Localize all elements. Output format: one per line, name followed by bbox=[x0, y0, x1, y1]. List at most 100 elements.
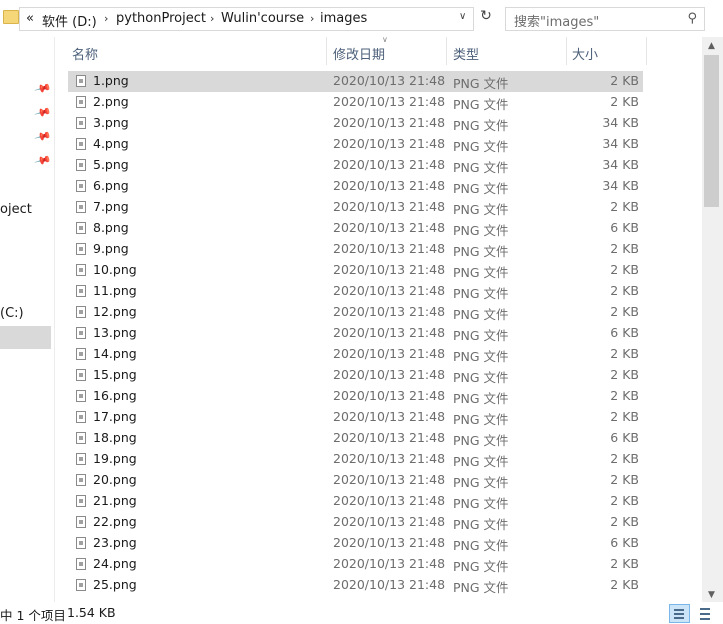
vertical-scrollbar[interactable]: ▲ ▼ bbox=[702, 37, 723, 602]
search-input[interactable]: 搜索"images" ⚲ bbox=[505, 7, 705, 31]
file-name: 3.png bbox=[93, 115, 129, 130]
file-type: PNG 文件 bbox=[453, 286, 509, 301]
search-icon[interactable]: ⚲ bbox=[687, 11, 697, 26]
file-row[interactable]: 5.png 2020/10/13 21:48 PNG 文件 34 KB bbox=[68, 155, 643, 176]
breadcrumb-pythonproject[interactable]: pythonProject bbox=[116, 11, 206, 26]
file-modified-date: 2020/10/13 21:48 bbox=[333, 220, 446, 235]
chevron-right-icon[interactable]: › bbox=[310, 12, 314, 25]
file-name: 12.png bbox=[93, 304, 137, 319]
file-row[interactable]: 10.png 2020/10/13 21:48 PNG 文件 2 KB bbox=[68, 260, 643, 281]
file-row[interactable]: 19.png 2020/10/13 21:48 PNG 文件 2 KB bbox=[68, 449, 643, 470]
file-name: 5.png bbox=[93, 157, 129, 172]
pin-icon[interactable]: 📌 bbox=[34, 103, 52, 121]
column-divider[interactable] bbox=[326, 37, 327, 65]
png-file-icon bbox=[76, 579, 86, 591]
file-row[interactable]: 4.png 2020/10/13 21:48 PNG 文件 34 KB bbox=[68, 134, 643, 155]
column-divider[interactable] bbox=[446, 37, 447, 65]
file-row[interactable]: 20.png 2020/10/13 21:48 PNG 文件 2 KB bbox=[68, 470, 643, 491]
navigation-pane: 📌 📌 📌 📌 oject (C:) bbox=[0, 37, 55, 602]
scroll-down-icon[interactable]: ▼ bbox=[708, 590, 715, 600]
file-row[interactable]: 2.png 2020/10/13 21:48 PNG 文件 2 KB bbox=[68, 92, 643, 113]
address-box[interactable]: « 软件 (D:) › pythonProject › Wulin'course… bbox=[19, 7, 474, 31]
refresh-icon[interactable]: ↻ bbox=[476, 8, 496, 30]
file-row[interactable]: 17.png 2020/10/13 21:48 PNG 文件 2 KB bbox=[68, 407, 643, 428]
folder-icon bbox=[3, 10, 19, 24]
file-type: PNG 文件 bbox=[453, 328, 509, 343]
large-icons-view-icon[interactable] bbox=[696, 605, 714, 622]
file-type: PNG 文件 bbox=[453, 160, 509, 175]
file-row[interactable]: 1.png 2020/10/13 21:48 PNG 文件 2 KB bbox=[68, 71, 643, 92]
file-size: 2 KB bbox=[610, 304, 639, 319]
sort-indicator-icon: ∨ bbox=[382, 35, 388, 44]
nav-item-project[interactable]: oject bbox=[0, 202, 32, 217]
file-modified-date: 2020/10/13 21:48 bbox=[333, 136, 446, 151]
nav-item-drive-c[interactable]: (C:) bbox=[0, 306, 24, 321]
file-name: 18.png bbox=[93, 430, 137, 445]
pin-icon[interactable]: 📌 bbox=[34, 79, 52, 97]
png-file-icon bbox=[76, 327, 86, 339]
png-file-icon bbox=[76, 96, 86, 108]
scrollbar-thumb[interactable] bbox=[704, 55, 719, 207]
file-type: PNG 文件 bbox=[453, 265, 509, 280]
file-modified-date: 2020/10/13 21:48 bbox=[333, 409, 446, 424]
file-row[interactable]: 21.png 2020/10/13 21:48 PNG 文件 2 KB bbox=[68, 491, 643, 512]
file-row[interactable]: 3.png 2020/10/13 21:48 PNG 文件 34 KB bbox=[68, 113, 643, 134]
file-size: 2 KB bbox=[610, 556, 639, 571]
file-row[interactable]: 11.png 2020/10/13 21:48 PNG 文件 2 KB bbox=[68, 281, 643, 302]
png-file-icon bbox=[76, 117, 86, 129]
file-modified-date: 2020/10/13 21:48 bbox=[333, 556, 446, 571]
png-file-icon bbox=[76, 474, 86, 486]
file-type: PNG 文件 bbox=[453, 370, 509, 385]
file-modified-date: 2020/10/13 21:48 bbox=[333, 283, 446, 298]
chevron-down-icon[interactable]: ∨ bbox=[459, 11, 471, 23]
column-header-name[interactable]: 名称 bbox=[72, 44, 98, 63]
file-type: PNG 文件 bbox=[453, 391, 509, 406]
breadcrumb-images[interactable]: images bbox=[320, 11, 367, 26]
file-type: PNG 文件 bbox=[453, 559, 509, 574]
file-name: 14.png bbox=[93, 346, 137, 361]
pin-icon[interactable]: 📌 bbox=[34, 127, 52, 145]
file-row[interactable]: 22.png 2020/10/13 21:48 PNG 文件 2 KB bbox=[68, 512, 643, 533]
file-row[interactable]: 6.png 2020/10/13 21:48 PNG 文件 34 KB bbox=[68, 176, 643, 197]
file-row[interactable]: 7.png 2020/10/13 21:48 PNG 文件 2 KB bbox=[68, 197, 643, 218]
file-modified-date: 2020/10/13 21:48 bbox=[333, 157, 446, 172]
file-row[interactable]: 25.png 2020/10/13 21:48 PNG 文件 2 KB bbox=[68, 575, 643, 596]
file-modified-date: 2020/10/13 21:48 bbox=[333, 262, 446, 277]
file-row[interactable]: 16.png 2020/10/13 21:48 PNG 文件 2 KB bbox=[68, 386, 643, 407]
column-divider[interactable] bbox=[566, 37, 567, 65]
scroll-up-icon[interactable]: ▲ bbox=[708, 41, 715, 51]
file-name: 25.png bbox=[93, 577, 137, 592]
file-row[interactable]: 9.png 2020/10/13 21:48 PNG 文件 2 KB bbox=[68, 239, 643, 260]
png-file-icon bbox=[76, 348, 86, 360]
column-divider[interactable] bbox=[646, 37, 647, 65]
png-file-icon bbox=[76, 495, 86, 507]
column-header-type[interactable]: 类型 bbox=[453, 44, 479, 63]
file-modified-date: 2020/10/13 21:48 bbox=[333, 577, 446, 592]
file-row[interactable]: 8.png 2020/10/13 21:48 PNG 文件 6 KB bbox=[68, 218, 643, 239]
nav-item-selected[interactable] bbox=[0, 326, 51, 349]
file-row[interactable]: 15.png 2020/10/13 21:48 PNG 文件 2 KB bbox=[68, 365, 643, 386]
file-size: 34 KB bbox=[602, 136, 639, 151]
file-row[interactable]: 12.png 2020/10/13 21:48 PNG 文件 2 KB bbox=[68, 302, 643, 323]
file-list: 1.png 2020/10/13 21:48 PNG 文件 2 KB 2.png 2020… bbox=[68, 71, 643, 596]
file-modified-date: 2020/10/13 21:48 bbox=[333, 304, 446, 319]
column-header-size[interactable]: 大小 bbox=[572, 44, 598, 63]
file-row[interactable]: 24.png 2020/10/13 21:48 PNG 文件 2 KB bbox=[68, 554, 643, 575]
file-row[interactable]: 18.png 2020/10/13 21:48 PNG 文件 6 KB bbox=[68, 428, 643, 449]
file-row[interactable]: 13.png 2020/10/13 21:48 PNG 文件 6 KB bbox=[68, 323, 643, 344]
chevron-right-icon[interactable]: › bbox=[210, 12, 214, 25]
file-type: PNG 文件 bbox=[453, 517, 509, 532]
file-size: 2 KB bbox=[610, 367, 639, 382]
png-file-icon bbox=[76, 537, 86, 549]
details-view-icon[interactable] bbox=[669, 604, 690, 623]
file-row[interactable]: 14.png 2020/10/13 21:48 PNG 文件 2 KB bbox=[68, 344, 643, 365]
file-modified-date: 2020/10/13 21:48 bbox=[333, 451, 446, 466]
pin-icon[interactable]: 📌 bbox=[34, 151, 52, 169]
file-type: PNG 文件 bbox=[453, 349, 509, 364]
breadcrumb-overflow[interactable]: « bbox=[26, 11, 34, 26]
breadcrumb-drive-d[interactable]: 软件 (D:) bbox=[42, 11, 97, 30]
breadcrumb-wulincourse[interactable]: Wulin'course bbox=[221, 11, 304, 26]
file-row[interactable]: 23.png 2020/10/13 21:48 PNG 文件 6 KB bbox=[68, 533, 643, 554]
column-header-date[interactable]: 修改日期 bbox=[333, 44, 385, 63]
chevron-right-icon[interactable]: › bbox=[104, 12, 108, 25]
